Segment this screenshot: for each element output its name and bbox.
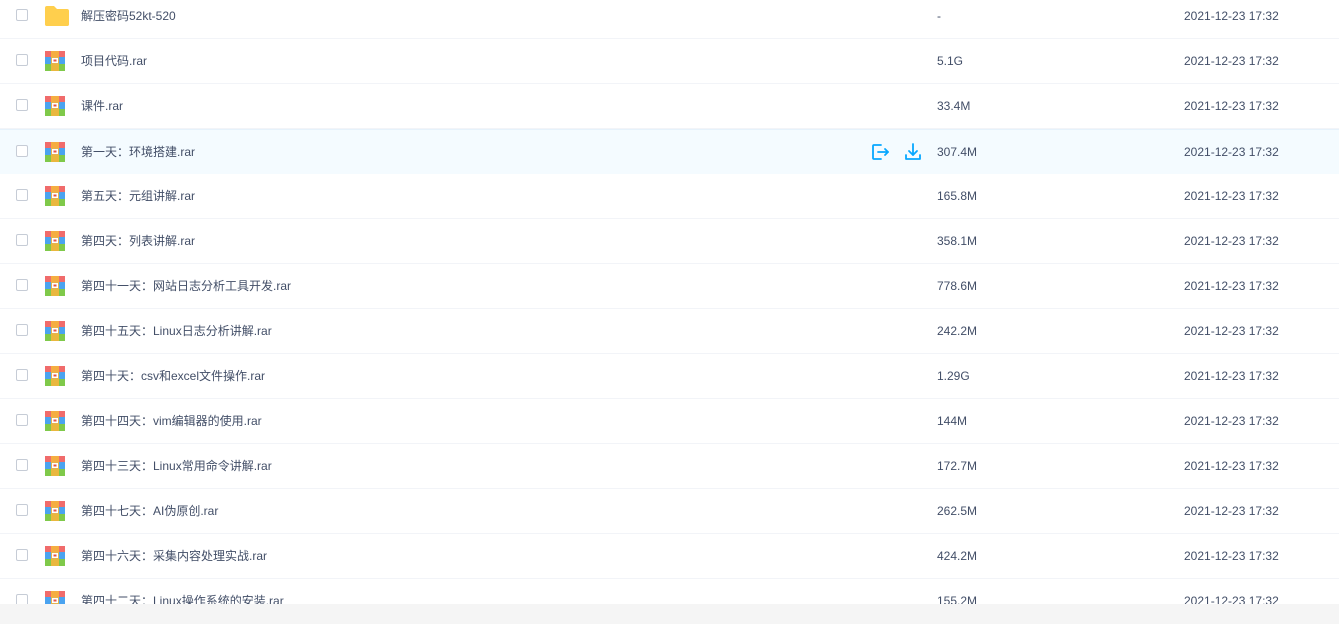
file-size: 1.29G	[937, 369, 970, 383]
file-modified-date: 2021-12-23 17:32	[1184, 414, 1279, 428]
row-checkbox[interactable]	[16, 324, 28, 336]
file-modified-date: 2021-12-23 17:32	[1184, 504, 1279, 518]
file-row[interactable]: 第一天：环境搭建.rar 307.4M 2021-12-23 17:32	[0, 129, 1339, 175]
file-modified-date: 2021-12-23 17:32	[1184, 189, 1279, 203]
row-checkbox[interactable]	[16, 99, 28, 111]
file-modified-date: 2021-12-23 17:32	[1184, 54, 1279, 68]
file-modified-date: 2021-12-23 17:32	[1184, 234, 1279, 248]
file-row[interactable]: 第四十一天：网站日志分析工具开发.rar 778.6M 2021-12-23 17:…	[0, 264, 1339, 309]
file-size: -	[937, 9, 941, 23]
rar-file-icon	[44, 545, 68, 567]
row-checkbox[interactable]	[16, 54, 28, 66]
row-checkbox[interactable]	[16, 369, 28, 381]
row-checkbox[interactable]	[16, 279, 28, 291]
row-checkbox[interactable]	[16, 594, 28, 604]
file-size: 242.2M	[937, 324, 978, 338]
file-row[interactable]: 第四十四天：vim编辑器的使用.rar 144M 2021-12-23 17:32	[0, 399, 1339, 444]
file-row[interactable]: 项目代码.rar 5.1G 2021-12-23 17:32	[0, 39, 1339, 84]
row-checkbox[interactable]	[16, 234, 28, 246]
rar-file-icon	[44, 141, 68, 163]
file-modified-date: 2021-12-23 17:32	[1184, 369, 1279, 383]
file-name[interactable]: 第四天：列表讲解.rar	[81, 234, 195, 248]
rar-file-icon	[44, 455, 68, 477]
rar-file-icon	[44, 320, 68, 342]
file-row[interactable]: 第四十天：csv和excel文件操作.rar 1.29G 2021-12-23 17…	[0, 354, 1339, 399]
file-row[interactable]: 第四十二天：Linux操作系统的安装.rar 155.2M 2021-12-23 1…	[0, 579, 1339, 604]
folder-icon	[44, 5, 69, 27]
row-checkbox[interactable]	[16, 414, 28, 426]
file-name[interactable]: 第四十三天：Linux常用命令讲解.rar	[81, 459, 272, 473]
rar-file-icon	[44, 50, 68, 72]
file-row[interactable]: 第四十七天：AI伪原创.rar 262.5M 2021-12-23 17:32	[0, 489, 1339, 534]
file-row[interactable]: 课件.rar 33.4M 2021-12-23 17:32	[0, 84, 1339, 129]
file-row[interactable]: 第四十三天：Linux常用命令讲解.rar 172.7M 2021-12-23 17…	[0, 444, 1339, 489]
rar-file-icon	[44, 410, 68, 432]
row-checkbox[interactable]	[16, 459, 28, 471]
rar-file-icon	[44, 185, 68, 207]
file-name[interactable]: 第四十五天：Linux日志分析讲解.rar	[81, 324, 272, 338]
file-size: 307.4M	[937, 145, 978, 159]
file-row[interactable]: 第四十六天：采集内容处理实战.rar 424.2M 2021-12-23 17:32	[0, 534, 1339, 579]
row-checkbox[interactable]	[16, 145, 28, 157]
file-name[interactable]: 第四十六天：采集内容处理实战.rar	[81, 549, 267, 563]
rar-file-icon	[44, 275, 68, 297]
file-name[interactable]: 第五天：元组讲解.rar	[81, 189, 195, 203]
rar-file-icon	[44, 500, 68, 522]
row-checkbox[interactable]	[16, 9, 28, 21]
rar-file-icon	[44, 95, 68, 117]
footer-bar	[0, 604, 1339, 624]
file-modified-date: 2021-12-23 17:32	[1184, 324, 1279, 338]
file-modified-date: 2021-12-23 17:32	[1184, 99, 1279, 113]
file-name[interactable]: 第四十二天：Linux操作系统的安装.rar	[81, 594, 284, 604]
file-row[interactable]: 第五天：元组讲解.rar 165.8M 2021-12-23 17:32	[0, 174, 1339, 219]
file-list: 解压密码52kt-520 - 2021-12-23 17:32 项目代码.rar 5.…	[0, 0, 1339, 604]
row-checkbox[interactable]	[16, 549, 28, 561]
file-name[interactable]: 项目代码.rar	[81, 54, 147, 68]
file-row[interactable]: 第四天：列表讲解.rar 358.1M 2021-12-23 17:32	[0, 219, 1339, 264]
file-modified-date: 2021-12-23 17:32	[1184, 145, 1279, 159]
file-row[interactable]: 第四十五天：Linux日志分析讲解.rar 242.2M 2021-12-23 17…	[0, 309, 1339, 354]
file-name[interactable]: 第四十天：csv和excel文件操作.rar	[81, 369, 265, 383]
rar-file-icon	[44, 590, 68, 604]
file-modified-date: 2021-12-23 17:32	[1184, 279, 1279, 293]
row-checkbox[interactable]	[16, 504, 28, 516]
file-size: 33.4M	[937, 99, 971, 113]
file-name[interactable]: 第四十一天：网站日志分析工具开发.rar	[81, 279, 291, 293]
share-icon[interactable]	[870, 142, 890, 162]
file-size: 262.5M	[937, 504, 978, 518]
file-size: 358.1M	[937, 234, 978, 248]
file-name[interactable]: 课件.rar	[81, 99, 123, 113]
file-row[interactable]: 解压密码52kt-520 - 2021-12-23 17:32	[0, 0, 1339, 39]
file-modified-date: 2021-12-23 17:32	[1184, 9, 1279, 23]
row-checkbox[interactable]	[16, 189, 28, 201]
rar-file-icon	[44, 230, 68, 252]
rar-file-icon	[44, 365, 68, 387]
file-modified-date: 2021-12-23 17:32	[1184, 459, 1279, 473]
file-size: 172.7M	[937, 459, 978, 473]
file-name[interactable]: 第四十七天：AI伪原创.rar	[81, 504, 218, 518]
file-size: 778.6M	[937, 279, 978, 293]
file-modified-date: 2021-12-23 17:32	[1184, 549, 1279, 563]
file-name[interactable]: 第一天：环境搭建.rar	[81, 145, 195, 159]
file-modified-date: 2021-12-23 17:32	[1184, 594, 1279, 604]
file-size: 165.8M	[937, 189, 978, 203]
file-size: 144M	[937, 414, 968, 428]
download-icon[interactable]	[903, 142, 923, 162]
file-name[interactable]: 解压密码52kt-520	[81, 9, 176, 23]
file-size: 5.1G	[937, 54, 964, 68]
file-name[interactable]: 第四十四天：vim编辑器的使用.rar	[81, 414, 262, 428]
file-size: 155.2M	[937, 594, 978, 604]
file-size: 424.2M	[937, 549, 978, 563]
